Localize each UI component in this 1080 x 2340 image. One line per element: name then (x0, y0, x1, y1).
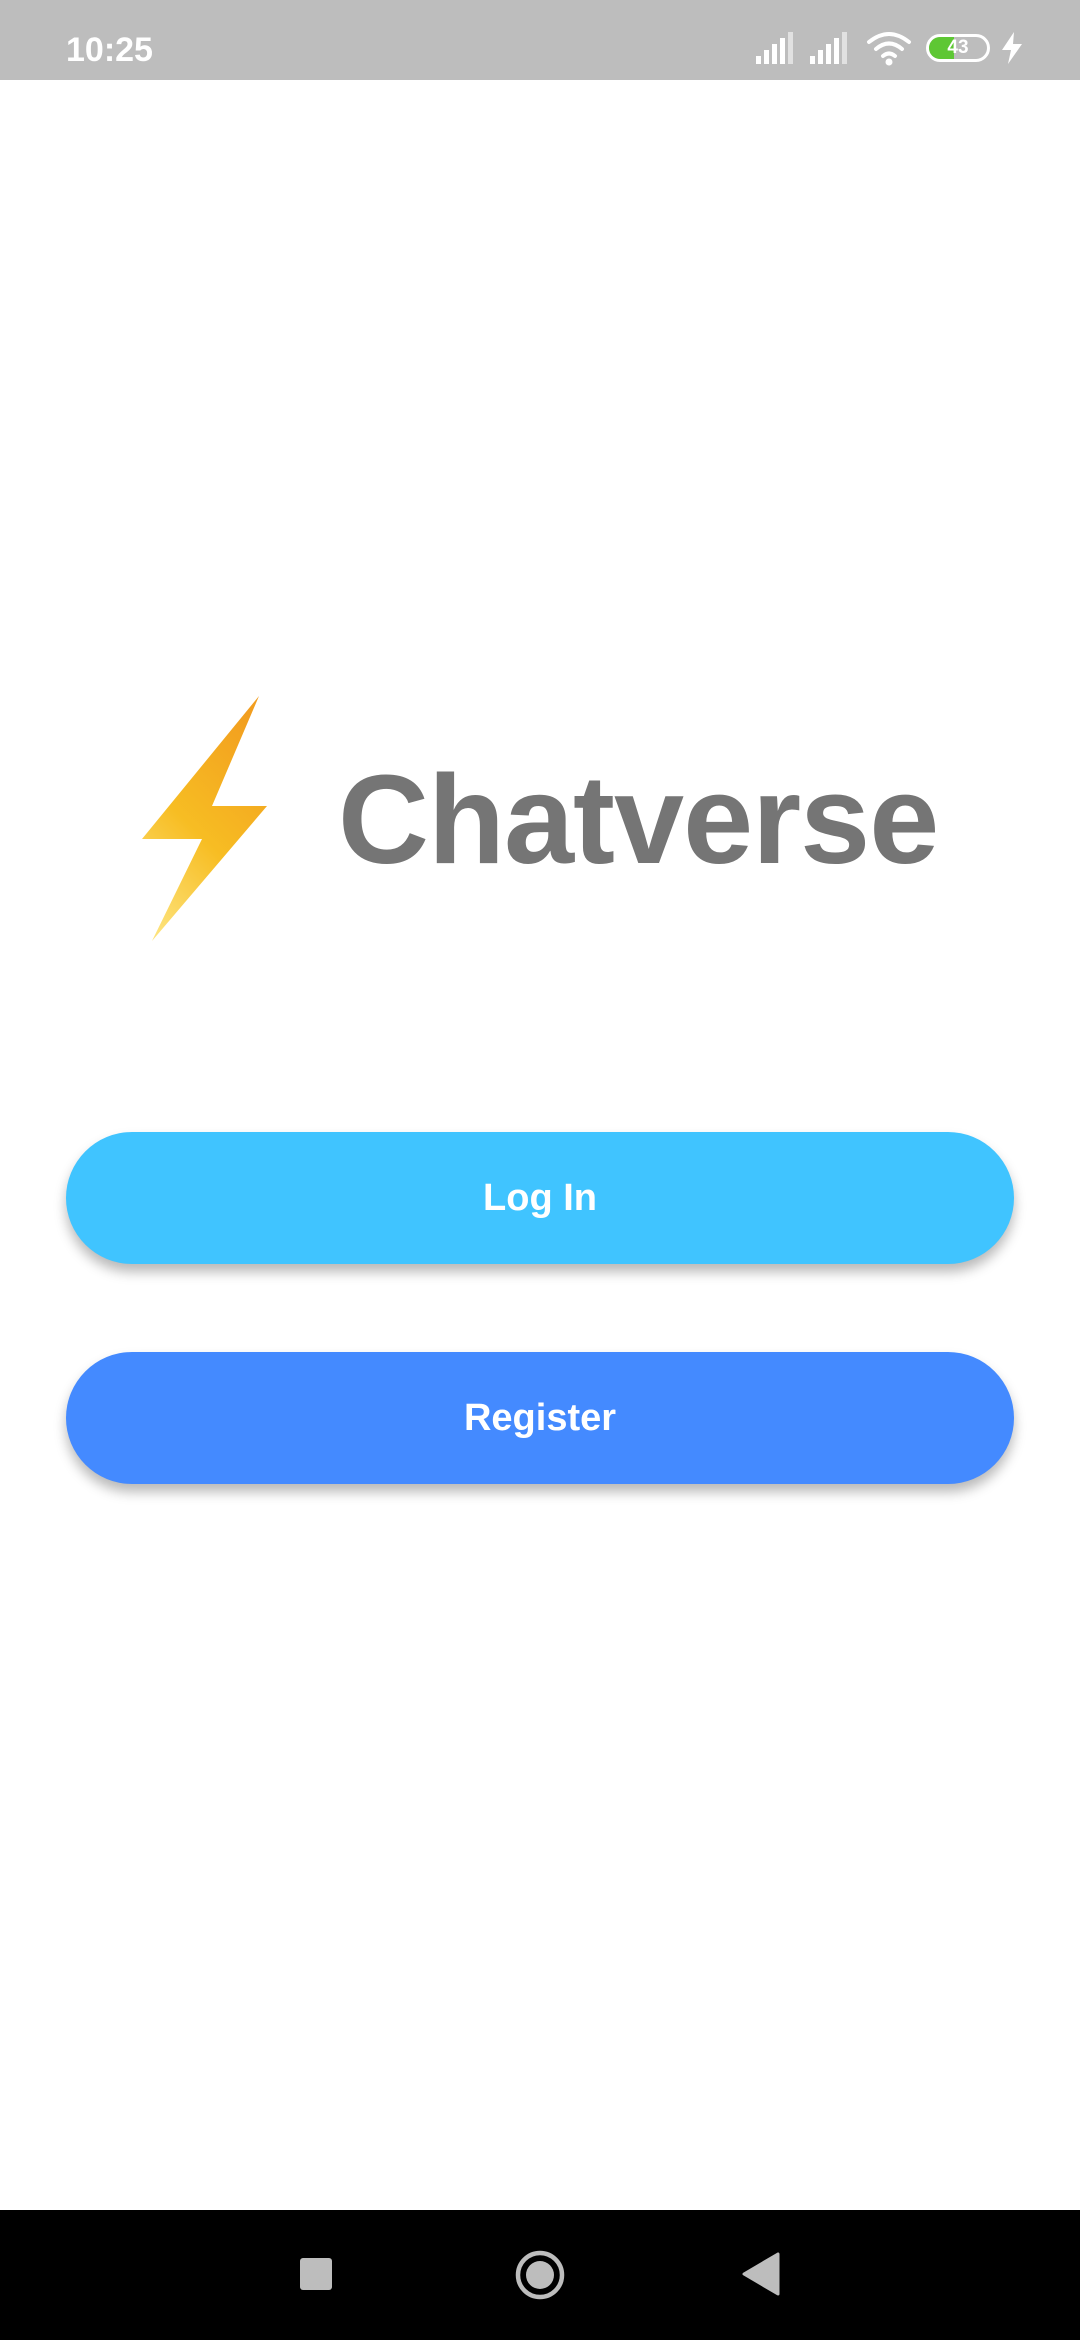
status-icons: 43 (0, 0, 1080, 80)
battery-level: 43 (947, 37, 969, 58)
signal-icon (756, 32, 793, 64)
register-button[interactable]: Register (66, 1352, 1014, 1484)
back-triangle-icon[interactable] (742, 2252, 780, 2296)
app-name: Chatverse (338, 749, 939, 890)
welcome-screen: 10:25 43 Chatverse Log In Register (0, 0, 1080, 2340)
charging-icon (1002, 32, 1022, 64)
lightning-bolt-icon (142, 696, 267, 941)
recents-square-icon[interactable] (300, 2258, 332, 2290)
wifi-icon (867, 32, 911, 66)
battery-icon: 43 (926, 34, 990, 62)
login-button[interactable]: Log In (66, 1132, 1014, 1264)
status-bar: 10:25 43 (0, 0, 1080, 80)
navigation-bar (0, 2210, 1080, 2340)
signal-icon (810, 32, 847, 64)
home-circle-icon[interactable] (514, 2249, 566, 2301)
